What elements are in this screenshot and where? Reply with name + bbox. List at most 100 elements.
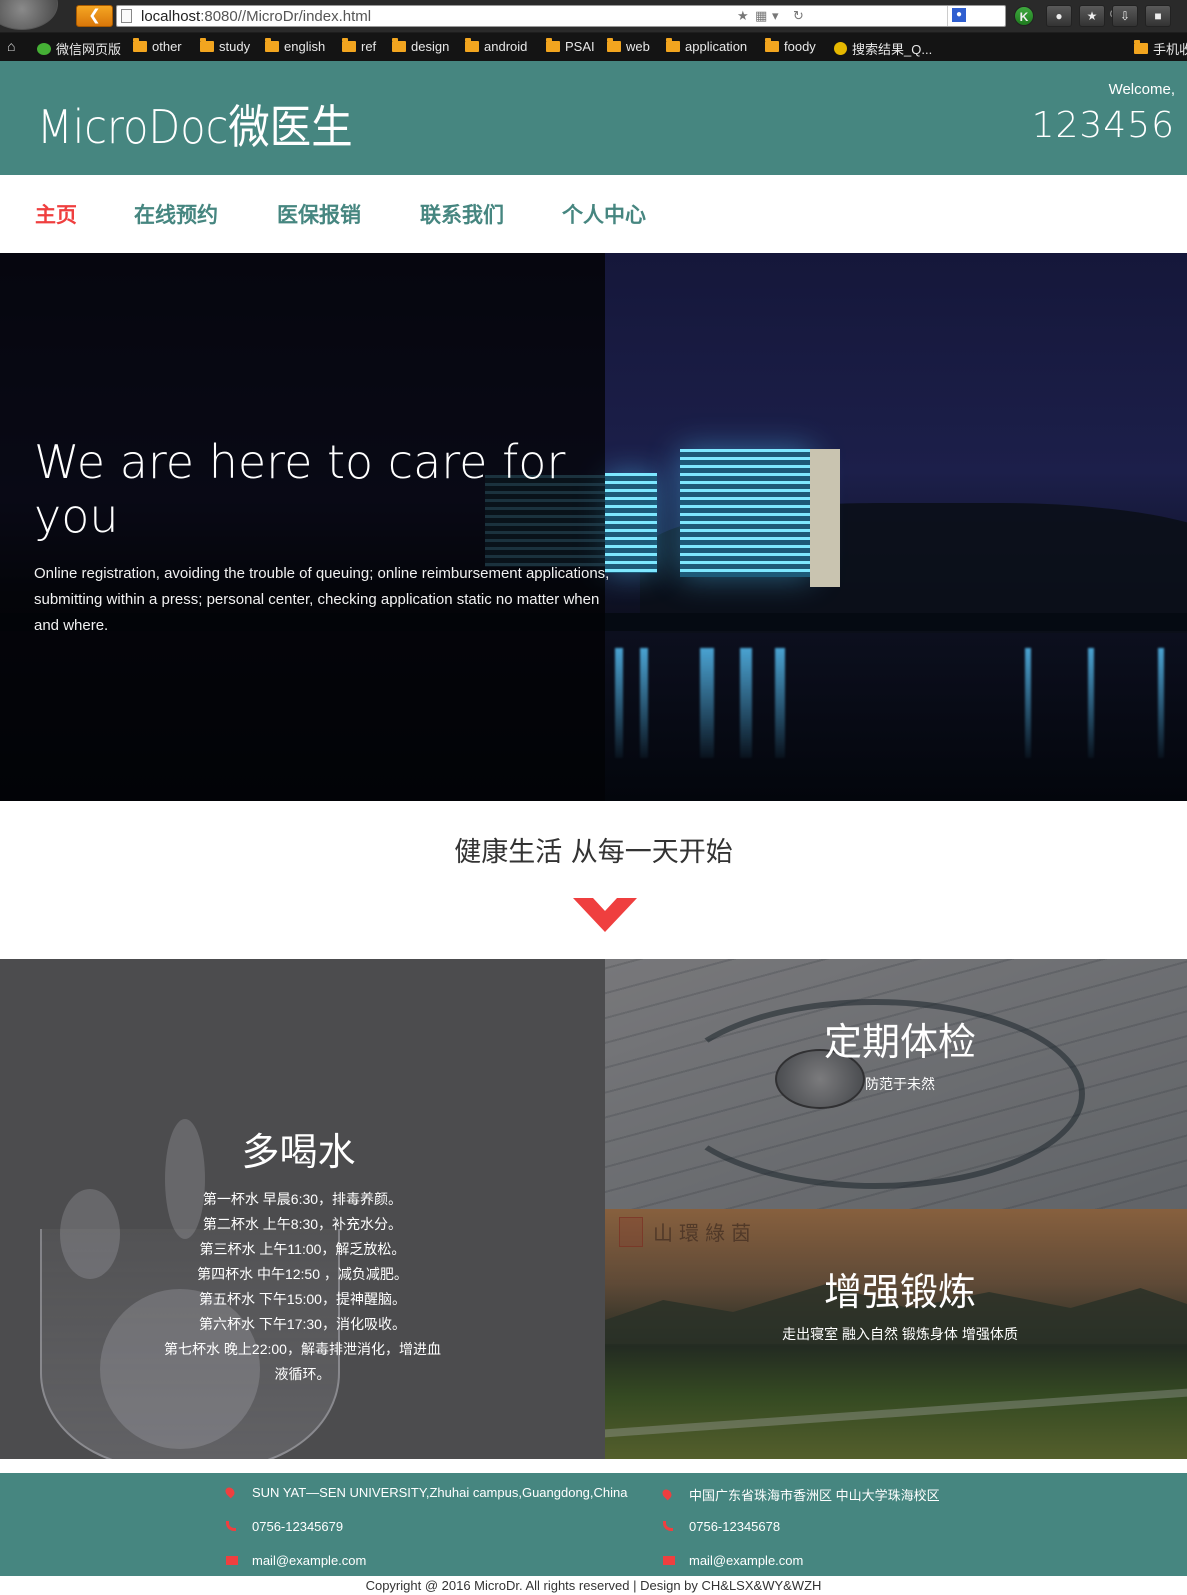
list-item: 第四杯水 中午12:50 ，减负减肥。 bbox=[197, 1266, 408, 1282]
bookmark-item[interactable]: study bbox=[200, 38, 250, 54]
footer-phone-2: 0756-12345678 bbox=[663, 1519, 780, 1534]
hero-building bbox=[680, 449, 812, 577]
bookmark-item[interactable]: english bbox=[265, 38, 325, 54]
bookmark-item[interactable]: 手机收 bbox=[1134, 39, 1187, 58]
nav-contact[interactable]: 联系我们 bbox=[420, 199, 504, 229]
nav-appointment[interactable]: 在线预约 bbox=[134, 199, 218, 229]
bookmark-item[interactable]: web bbox=[607, 38, 650, 54]
list-item: 第二杯水 上午8:30，补充水分。 bbox=[202, 1216, 403, 1232]
hero-reflection bbox=[700, 648, 714, 758]
hero-reflection bbox=[740, 648, 752, 758]
url-text[interactable]: localhost:8080//MicroDr/index.html bbox=[141, 8, 371, 25]
location-pin-icon bbox=[223, 1485, 237, 1498]
hero-banner: We are here to care for you Online regis… bbox=[0, 253, 1187, 801]
water-splash-image bbox=[60, 1189, 120, 1279]
mail-icon bbox=[663, 1555, 675, 1565]
search-engine-icon[interactable]: ● bbox=[952, 8, 966, 22]
bookmark-item[interactable]: 微信网页版 bbox=[37, 39, 121, 58]
feature-checkup-title: 定期体检 bbox=[823, 1020, 976, 1064]
page-icon bbox=[121, 9, 132, 23]
address-bar[interactable]: localhost:8080//MicroDr/index.html ★ ▦ ▾… bbox=[116, 5, 1119, 27]
bookmark-item[interactable]: PSAI bbox=[546, 38, 595, 54]
feature-exercise: 山環綠茵 增强锻炼 走出寝室 融入自然 锻炼身体 增强体质 bbox=[605, 1209, 1187, 1459]
site-header: MicroDoc微医生 Welcome, 123456 bbox=[0, 61, 1187, 175]
main-nav: 主页 在线预约 医保报销 联系我们 个人中心 bbox=[0, 175, 1187, 253]
water-schedule-list: 第一杯水 早晨6:30，排毒养颜。 第二杯水 上午8:30，补充水分。 第三杯水… bbox=[160, 1187, 445, 1387]
dropdown-icon[interactable]: ▾ bbox=[772, 8, 779, 24]
browser-chrome: ❮ localhost:8080//MicroDr/index.html ★ ▦… bbox=[0, 0, 1187, 61]
extension-k-icon[interactable]: K bbox=[1014, 6, 1034, 26]
footer-phone-1: 0756-12345679 bbox=[226, 1519, 343, 1534]
bookmark-item[interactable]: android bbox=[465, 38, 527, 54]
hero-reflection bbox=[640, 648, 648, 758]
feature-exercise-subtitle: 走出寝室 融入自然 锻炼身体 增强体质 bbox=[782, 1326, 1018, 1342]
folder-icon bbox=[392, 38, 406, 52]
hero-description: Online registration, avoiding the troubl… bbox=[34, 565, 610, 634]
phone-icon bbox=[226, 1520, 236, 1531]
bookmark-item[interactable]: application bbox=[666, 38, 747, 54]
hero-reflection bbox=[775, 648, 785, 758]
footer-address-cn: 中国广东省珠海市香洲区 中山大学珠海校区 bbox=[660, 1485, 940, 1504]
hero-reflection bbox=[1158, 648, 1164, 758]
bookmark-item[interactable]: other bbox=[133, 38, 182, 54]
site-footer: SUN YAT—SEN UNIVERSITY,Zhuhai campus,Gua… bbox=[0, 1473, 1187, 1576]
list-item: 第一杯水 早晨6:30，排毒养颜。 bbox=[202, 1191, 403, 1207]
bookmark-item[interactable]: foody bbox=[765, 38, 816, 54]
home-icon[interactable]: ⌂ bbox=[7, 39, 21, 53]
nav-home[interactable]: 主页 bbox=[35, 199, 77, 229]
address-row: ❮ localhost:8080//MicroDr/index.html ★ ▦… bbox=[0, 0, 1187, 32]
list-item: 第三杯水 上午11:00，解乏放松。 bbox=[199, 1241, 406, 1257]
footer-email-1[interactable]: mail@example.com bbox=[226, 1553, 366, 1568]
folder-icon bbox=[265, 38, 279, 52]
user-id[interactable]: 123456 bbox=[1032, 105, 1175, 146]
footer-email-2[interactable]: mail@example.com bbox=[663, 1553, 803, 1568]
folder-icon bbox=[546, 38, 560, 52]
hero-reflection bbox=[1088, 648, 1094, 758]
nav-profile[interactable]: 个人中心 bbox=[562, 199, 646, 229]
folder-icon bbox=[666, 38, 680, 52]
footer-address-en: SUN YAT—SEN UNIVERSITY,Zhuhai campus,Gua… bbox=[223, 1485, 628, 1500]
hero-reflection bbox=[1025, 648, 1031, 758]
star-icon[interactable]: ★ bbox=[737, 8, 749, 24]
folder-icon bbox=[1134, 40, 1148, 54]
folder-icon bbox=[765, 38, 779, 52]
list-item: 第六杯水 下午17:30，消化吸收。 bbox=[199, 1316, 406, 1332]
feature-checkup: 定期体检 防范于未然 bbox=[605, 959, 1187, 1209]
folder-icon bbox=[607, 38, 621, 52]
folder-icon bbox=[133, 38, 147, 52]
hero-building bbox=[810, 449, 840, 587]
folder-icon bbox=[465, 38, 479, 52]
hero-title: We are here to care for you bbox=[34, 435, 566, 543]
favorites-icon[interactable]: ★ bbox=[1079, 5, 1105, 27]
mail-icon bbox=[226, 1555, 238, 1565]
feature-water-title: 多喝水 bbox=[241, 1130, 356, 1174]
bookmarks-bar: ⌂ 微信网页版 other study english ref design a… bbox=[0, 33, 1187, 61]
back-button[interactable]: ❮ bbox=[76, 5, 113, 27]
bookmark-item[interactable]: ref bbox=[342, 38, 376, 54]
slogan-text: 健康生活 从每一天开始 bbox=[454, 837, 733, 868]
location-pin-icon bbox=[660, 1487, 674, 1500]
slogan-section: 健康生活 从每一天开始 bbox=[0, 801, 1187, 959]
refresh-icon[interactable]: ↻ bbox=[793, 8, 804, 24]
folder-icon bbox=[200, 38, 214, 52]
feature-exercise-title: 增强锻炼 bbox=[823, 1270, 976, 1314]
copyright-text: Copyright @ 2016 MicroDr. All rights res… bbox=[365, 1578, 822, 1593]
lock-icon[interactable]: ● bbox=[1046, 5, 1072, 27]
list-item: 第五杯水 下午15:00，提神醒脑。 bbox=[199, 1291, 406, 1307]
browser-logo-icon[interactable] bbox=[0, 0, 58, 30]
game-icon[interactable]: ■ bbox=[1145, 5, 1171, 27]
qr-icon[interactable]: ▦ bbox=[755, 8, 767, 24]
phone-icon bbox=[663, 1520, 673, 1531]
nav-reimbursement[interactable]: 医保报销 bbox=[277, 199, 361, 229]
site-logo[interactable]: MicroDoc微医生 bbox=[37, 91, 353, 157]
chevron-down-icon[interactable] bbox=[573, 898, 637, 932]
list-item: 第七杯水 晚上22:00，解毒排泄消化，增进血液循环。 bbox=[164, 1341, 441, 1382]
search-result-icon bbox=[834, 42, 847, 55]
wechat-icon bbox=[37, 42, 51, 55]
hero-reflection bbox=[615, 648, 623, 758]
feature-water: 多喝水 第一杯水 早晨6:30，排毒养颜。 第二杯水 上午8:30，补充水分。 … bbox=[0, 959, 605, 1459]
download-icon[interactable]: ⇩ bbox=[1112, 5, 1138, 27]
bookmark-item[interactable]: design bbox=[392, 38, 449, 54]
folder-icon bbox=[342, 38, 356, 52]
bookmark-item[interactable]: 搜索结果_Q... bbox=[834, 39, 932, 58]
